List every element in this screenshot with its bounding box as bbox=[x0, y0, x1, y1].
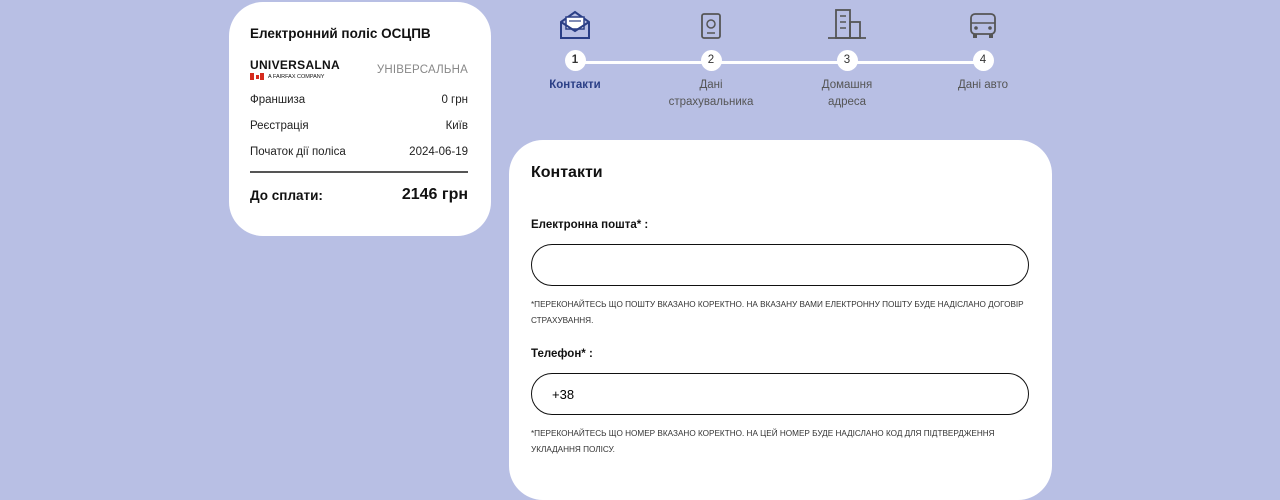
logo-subtext: A FAIRFAX COMPANY bbox=[268, 73, 325, 80]
email-note: *ПЕРЕКОНАЙТЕСЬ ЩО ПОШТУ ВКАЗАНО КОРЕКТНО… bbox=[531, 300, 1024, 325]
step-label: Дані страхувальника bbox=[668, 79, 754, 108]
step-home-address[interactable]: 3 Домашня адреса bbox=[797, 0, 897, 111]
step-number: 3 bbox=[836, 50, 858, 71]
insurer-logo: UNIVERSALNA A FAIRFAX COMPANY bbox=[250, 59, 340, 80]
buildings-icon bbox=[797, 0, 897, 40]
summary-divider bbox=[250, 171, 468, 173]
summary-title: Електронний поліс ОСЦПВ bbox=[250, 26, 431, 41]
envelope-icon bbox=[525, 0, 625, 40]
phone-note: *ПЕРЕКОНАЙТЕСЬ ЩО НОМЕР ВКАЗАНО КОРЕКТНО… bbox=[531, 429, 995, 454]
form-title: Контакти bbox=[531, 164, 603, 181]
step-car-data[interactable]: 4 Дані авто bbox=[933, 0, 1033, 94]
summary-row-value: Київ bbox=[445, 120, 468, 132]
passport-icon bbox=[661, 0, 761, 40]
contacts-form-card: Контакти Електронна пошта* : *ПЕРЕКОНАЙТ… bbox=[509, 140, 1052, 500]
step-insured-data[interactable]: 2 Дані страхувальника bbox=[661, 0, 761, 111]
progress-stepper: 1 Контакти 2 Дані страхувальника 3 Домаш… bbox=[535, 0, 1055, 120]
summary-row-value: 2024-06-19 bbox=[409, 146, 468, 158]
summary-row-registration: Реєстрація Київ bbox=[250, 120, 468, 132]
policy-summary-card: Електронний поліс ОСЦПВ UNIVERSALNA A FA… bbox=[229, 2, 491, 236]
phone-field[interactable] bbox=[531, 373, 1029, 415]
stepper-line bbox=[575, 61, 985, 64]
logo-sub: A FAIRFAX COMPANY bbox=[250, 73, 340, 80]
email-label: Електронна пошта* : bbox=[531, 219, 649, 231]
summary-row-value: 0 грн bbox=[441, 94, 468, 106]
insurer-name: УНІВЕРСАЛЬНА bbox=[376, 63, 468, 76]
phone-label: Телефон* : bbox=[531, 348, 593, 360]
step-label: Контакти bbox=[549, 79, 601, 91]
total-value: 2146 грн bbox=[401, 186, 468, 203]
summary-row-start-date: Початок дії поліса 2024-06-19 bbox=[250, 146, 468, 158]
summary-row-label: Франшиза bbox=[250, 94, 306, 106]
car-icon bbox=[933, 0, 1033, 40]
email-field[interactable] bbox=[531, 244, 1029, 286]
step-number: 4 bbox=[972, 50, 994, 71]
summary-row-label: Реєстрація bbox=[250, 120, 309, 132]
total-row: До сплати: 2146 грн bbox=[250, 186, 468, 204]
insurer-row: UNIVERSALNA A FAIRFAX COMPANY УНІВЕРСАЛЬ… bbox=[250, 59, 468, 80]
total-label: До сплати: bbox=[250, 187, 323, 203]
step-contacts[interactable]: 1 Контакти bbox=[525, 0, 625, 94]
logo-text: UNIVERSALNA bbox=[250, 58, 340, 72]
step-label: Дані авто bbox=[957, 79, 1009, 91]
canada-flag-icon bbox=[250, 73, 264, 80]
step-number: 1 bbox=[564, 50, 586, 71]
step-number: 2 bbox=[700, 50, 722, 71]
summary-row-label: Початок дії поліса bbox=[250, 146, 346, 158]
summary-row-franchise: Франшиза 0 грн bbox=[250, 94, 468, 106]
step-label: Домашня адреса bbox=[821, 79, 873, 108]
